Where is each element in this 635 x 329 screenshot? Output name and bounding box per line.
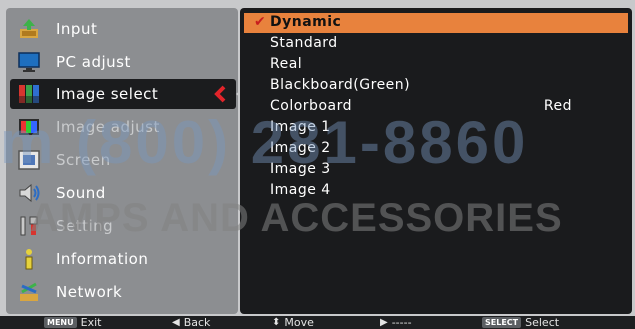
menu-item-input[interactable]: Input xyxy=(10,14,236,44)
option-label: Dynamic xyxy=(270,14,342,30)
menu-item-network[interactable]: Network xyxy=(10,277,236,307)
checkmark-icon: ✔ xyxy=(254,14,267,30)
option-blackboard-green[interactable]: Blackboard(Green) xyxy=(244,76,628,96)
input-icon xyxy=(16,16,42,42)
menu-key-icon: MENU xyxy=(44,317,77,328)
arrow-left-icon: ◀ xyxy=(172,317,180,328)
select-key-icon: SELECT xyxy=(482,317,522,328)
menu-label: Network xyxy=(56,283,123,301)
hint-label: Move xyxy=(284,316,314,329)
menu-item-information[interactable]: Information xyxy=(10,244,236,274)
hint-back: ◀ Back xyxy=(172,316,210,329)
image-select-icon xyxy=(16,81,42,107)
option-label: Standard xyxy=(270,35,338,51)
hint-move: ⬍ Move xyxy=(272,316,314,329)
monitor-icon xyxy=(16,49,42,75)
hint-select: SELECT Select xyxy=(482,316,559,329)
option-label: Blackboard(Green) xyxy=(270,77,411,93)
hint-label: ----- xyxy=(391,316,412,329)
arrow-right-icon: ▶ xyxy=(380,317,388,328)
hint-exit: MENU Exit xyxy=(44,316,101,329)
hint-next: ▶ ----- xyxy=(380,316,412,329)
menu-label: Input xyxy=(56,20,98,38)
menu-label: Image select xyxy=(56,85,159,103)
option-real[interactable]: Real xyxy=(244,55,628,75)
watermark-phone: m (800) 281-8860 xyxy=(0,109,529,176)
menu-label: PC adjust xyxy=(56,53,131,71)
hint-label: Select xyxy=(525,316,560,329)
option-dynamic[interactable]: ✔ Dynamic xyxy=(244,13,628,33)
hint-label: Exit xyxy=(80,316,102,329)
menu-label: Information xyxy=(56,250,149,268)
arrow-up-down-icon: ⬍ xyxy=(272,317,281,328)
projector-osd: Input PC adjust Image select Image adjus… xyxy=(0,0,635,329)
key-guide-bar: MENU Exit ◀ Back ⬍ Move ▶ ----- SELECT S… xyxy=(0,316,635,329)
option-label: Real xyxy=(270,56,303,72)
chevron-left-icon xyxy=(214,85,226,107)
hint-label: Back xyxy=(183,316,211,329)
menu-item-image-select[interactable]: Image select xyxy=(10,79,246,109)
network-icon xyxy=(16,279,42,305)
option-standard[interactable]: Standard xyxy=(244,34,628,54)
information-icon xyxy=(16,246,42,272)
menu-item-pc-adjust[interactable]: PC adjust xyxy=(10,47,236,77)
watermark-brand: AMPS AND ACCESSORIES xyxy=(30,196,563,240)
